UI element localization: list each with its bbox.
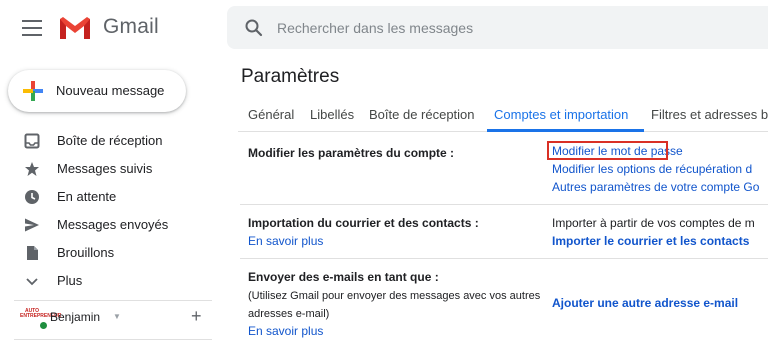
sidebar-item-drafts[interactable]: Brouillons (0, 239, 215, 267)
import-description: Importer à partir de vos comptes de m (552, 216, 755, 230)
send-as-learn-more-link[interactable]: En savoir plus (248, 324, 323, 338)
tab-labels[interactable]: Libellés (310, 107, 354, 122)
sidebar-divider (14, 339, 212, 340)
send-as-label: Envoyer des e-mails en tant que : (248, 270, 439, 284)
tab-inbox[interactable]: Boîte de réception (369, 107, 475, 122)
clock-icon (25, 190, 39, 204)
recovery-options-link[interactable]: Modifier les options de récupération d (552, 162, 752, 176)
other-account-settings-link[interactable]: Autres paramètres de votre compte Go (552, 180, 759, 194)
sidebar-item-label: Messages envoyés (57, 217, 169, 232)
star-icon (25, 162, 39, 176)
search-bar[interactable]: Rechercher dans les messages (227, 6, 768, 49)
user-name[interactable]: Benjamin (50, 310, 100, 324)
sidebar-item-label: En attente (57, 189, 117, 204)
import-learn-more-link[interactable]: En savoir plus (248, 234, 323, 248)
draft-icon (27, 246, 38, 260)
active-tab-indicator (487, 129, 644, 132)
sidebar-item-label: Plus (57, 273, 83, 288)
sidebar-item-label: Messages suivis (57, 161, 153, 176)
sidebar-item-sent[interactable]: Messages envoyés (0, 211, 215, 239)
import-mail-contacts-link[interactable]: Importer le courrier et les contacts (552, 234, 749, 248)
compose-button[interactable]: Nouveau message (8, 70, 186, 112)
inbox-icon (24, 133, 40, 149)
account-settings-label: Modifier les paramètres du compte : (248, 146, 455, 160)
sidebar-divider (14, 300, 212, 301)
tab-general[interactable]: Général (248, 107, 294, 122)
sidebar-item-label: Brouillons (57, 245, 115, 260)
presence-indicator (39, 321, 48, 330)
sidebar-item-label: Boîte de réception (57, 133, 163, 148)
plus-icon (23, 81, 43, 101)
section-divider (240, 258, 768, 259)
settings-tabs: Général Libellés Boîte de réception Comp… (238, 99, 768, 132)
sidebar-item-more[interactable]: Plus (0, 267, 215, 295)
main-menu-button[interactable] (22, 20, 42, 36)
compose-label: Nouveau message (56, 83, 165, 98)
section-divider (240, 204, 768, 205)
send-as-note: (Utilisez Gmail pour envoyer des message… (248, 290, 541, 320)
highlight-box (547, 141, 668, 160)
search-placeholder: Rechercher dans les messages (277, 20, 474, 36)
add-chat-button[interactable]: + (191, 306, 202, 327)
app-name: Gmail (103, 15, 159, 38)
search-icon[interactable] (244, 18, 264, 38)
chevron-down-icon (26, 278, 38, 286)
add-email-address-link[interactable]: Ajouter une autre adresse e-mail (552, 296, 738, 310)
sidebar-item-starred[interactable]: Messages suivis (0, 155, 215, 183)
page-title: Paramètres (241, 66, 340, 87)
tab-filters[interactable]: Filtres et adresses b (651, 107, 768, 122)
sidebar-item-inbox[interactable]: Boîte de réception (0, 127, 215, 155)
import-label: Importation du courrier et des contacts … (248, 216, 479, 230)
sidebar-item-snoozed[interactable]: En attente (0, 183, 215, 211)
gmail-logo-icon (60, 17, 90, 39)
send-icon (25, 218, 39, 232)
tab-accounts-import[interactable]: Comptes et importation (494, 107, 628, 122)
caret-down-icon[interactable]: ▼ (113, 312, 121, 321)
